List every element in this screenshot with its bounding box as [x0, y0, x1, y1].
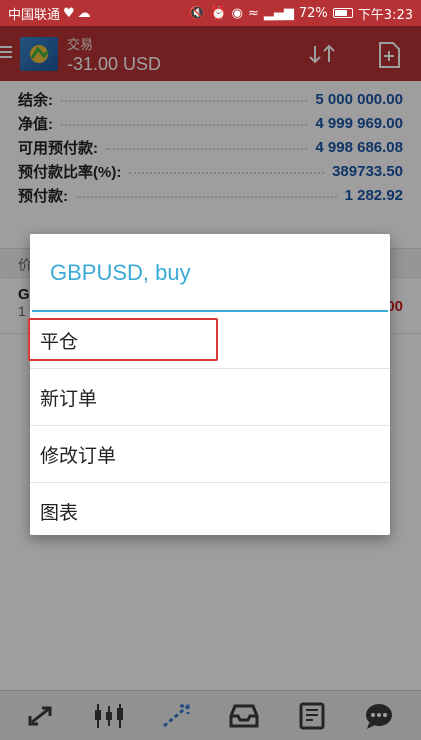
modify-order-item[interactable]: 修改订单 — [30, 426, 390, 483]
chart-candles-icon[interactable] — [84, 694, 134, 738]
history-inbox-icon[interactable] — [219, 694, 269, 738]
battery-icon — [332, 8, 353, 18]
heart-icon: ♥ — [63, 5, 75, 21]
trade-icon[interactable] — [152, 694, 202, 738]
alarm-icon: ⏰ — [210, 5, 227, 21]
bottom-nav — [0, 690, 421, 740]
quotes-icon[interactable] — [17, 694, 67, 738]
carrier-label: 中国联通 — [8, 7, 61, 23]
dialog-title: GBPUSD, buy — [50, 260, 191, 285]
eye-icon: ◉ — [231, 5, 243, 21]
menu-item-label: 平仓 — [40, 330, 79, 353]
position-action-dialog: GBPUSD, buy 平仓 新订单 修改订单 图表 — [28, 234, 390, 535]
status-bar: 中国联通 ♥ ☁ 🔇 ⏰ ◉ ≈ ▂▄▆ 72% 下午3:23 — [0, 0, 421, 26]
close-position-item[interactable]: 平仓 — [28, 312, 390, 369]
battery-percent: 72% — [298, 5, 328, 21]
wifi-icon: ≈ — [247, 5, 259, 21]
chart-item[interactable]: 图表 — [30, 483, 390, 540]
mute-icon: 🔇 — [189, 5, 206, 21]
cloud-icon: ☁ — [77, 5, 91, 21]
signal-icon: ▂▄▆ — [263, 5, 294, 21]
chat-icon[interactable] — [354, 694, 404, 738]
clock: 下午3:23 — [357, 7, 413, 23]
new-order-item[interactable]: 新订单 — [30, 369, 390, 426]
menu-item-label: 图表 — [40, 502, 79, 524]
menu-item-label: 修改订单 — [40, 444, 117, 467]
news-icon[interactable] — [287, 694, 337, 738]
menu-item-label: 新订单 — [40, 387, 98, 410]
